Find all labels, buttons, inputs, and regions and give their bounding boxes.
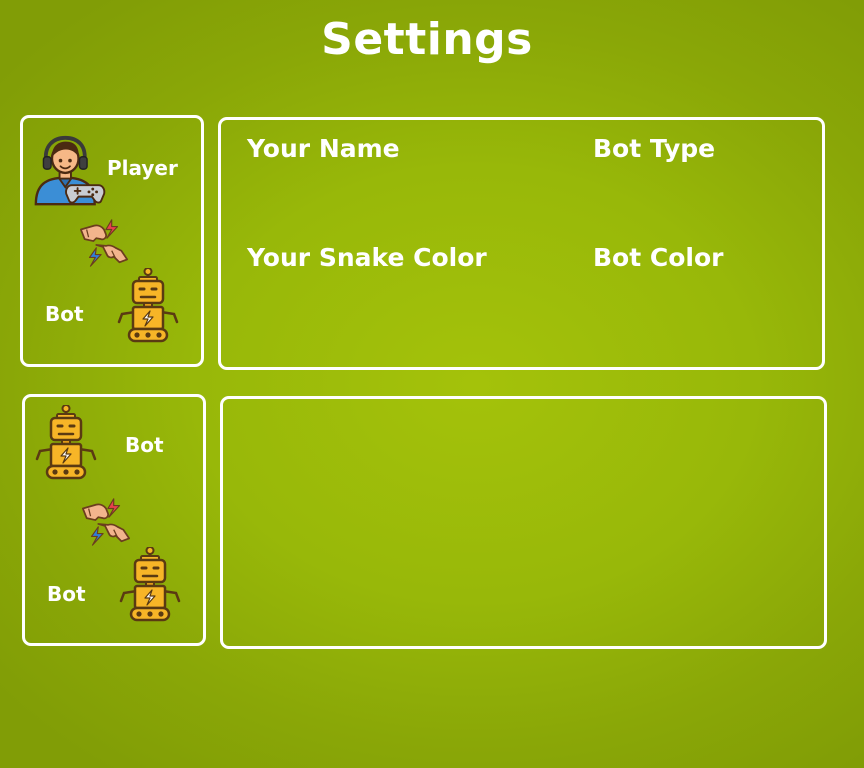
- bot-color-label: Bot Color: [593, 243, 724, 272]
- mode-bottom-label: Bot: [45, 302, 84, 326]
- gamer-with-controller-icon: [33, 135, 107, 207]
- fist-bump-icon: [79, 218, 129, 268]
- mode-top-label: Bot: [125, 433, 164, 457]
- mode-player-vs-bot[interactable]: Player Bot: [20, 115, 204, 367]
- mode-bot-vs-bot[interactable]: Bot Bot: [22, 394, 206, 646]
- settings-panel-player-vs-bot: Your Name Bot Type Your Snake Color Bot …: [218, 117, 825, 370]
- robot-icon: [119, 547, 181, 622]
- robot-icon: [35, 405, 97, 480]
- your-name-label: Your Name: [247, 134, 400, 163]
- your-snake-color-label: Your Snake Color: [247, 243, 487, 272]
- mode-top-label: Player: [107, 156, 178, 180]
- mode-bottom-label: Bot: [47, 582, 86, 606]
- settings-panel-bot-vs-bot: [220, 396, 827, 649]
- robot-icon: [117, 268, 179, 343]
- page-title: Settings: [321, 14, 533, 65]
- bot-type-label: Bot Type: [593, 134, 716, 163]
- fist-bump-icon: [81, 497, 131, 547]
